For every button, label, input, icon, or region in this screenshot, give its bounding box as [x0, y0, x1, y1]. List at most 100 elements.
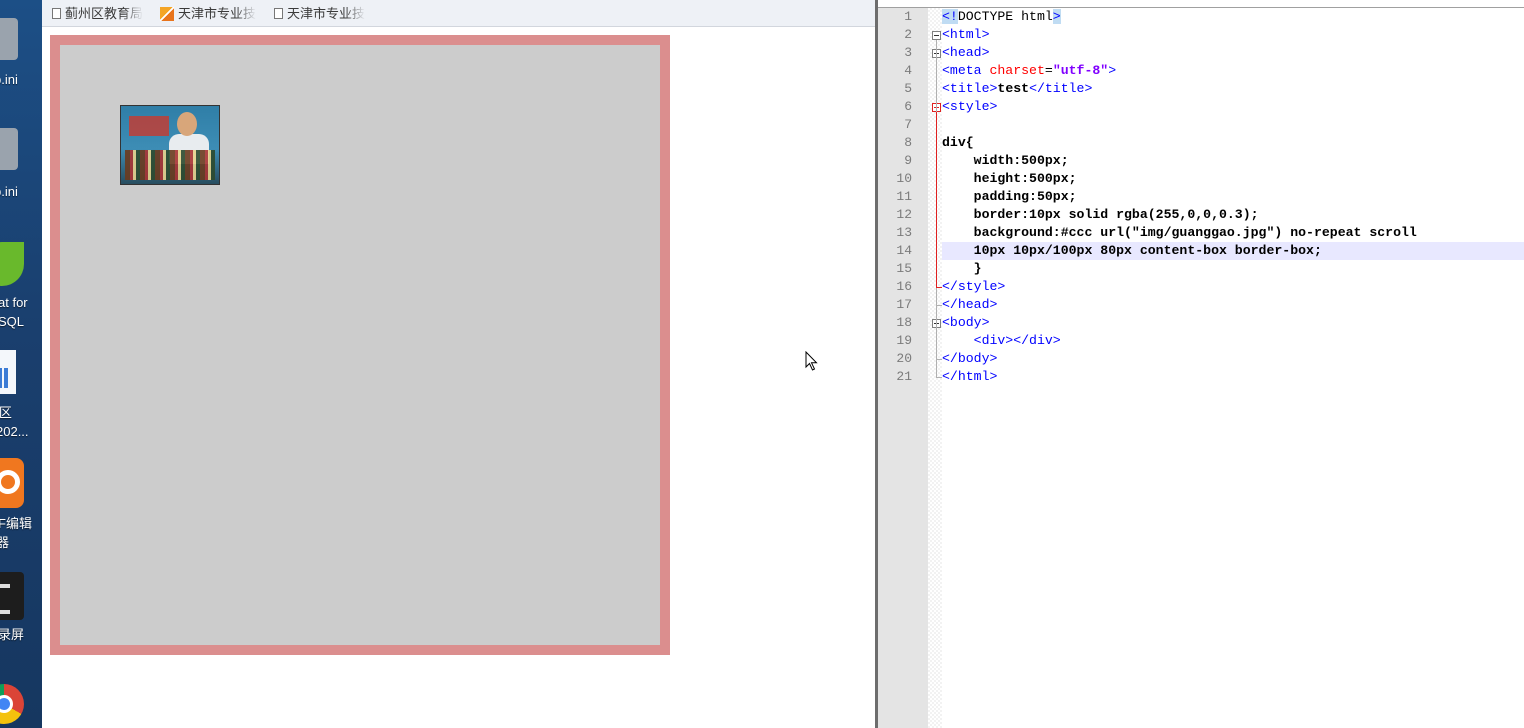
desktop-icon-strip: p.ini p.ini at for SQL l区 202... F编辑 器 录… — [0, 0, 42, 728]
bookmarks-bar: 蓟州区教育局 天津市专业技 天津市专业技 — [42, 0, 875, 27]
desktop-item-label: 器 — [0, 535, 10, 550]
line-number: 15 — [896, 261, 912, 276]
desktop-item-district-doc[interactable]: l区 202... — [0, 350, 42, 442]
site-logo-icon — [160, 6, 174, 21]
code-token: </style> — [942, 279, 1006, 294]
code-line[interactable]: <!DOCTYPE html> — [942, 8, 1524, 26]
fold-guide-line — [936, 328, 937, 359]
line-number: 16 — [896, 279, 912, 294]
desktop-item-pdf-editor[interactable]: F编辑 器 — [0, 458, 42, 550]
code-line[interactable]: height:500px; — [942, 170, 1524, 188]
line-number: 13 — [896, 225, 912, 240]
fold-toggle-icon[interactable] — [932, 31, 941, 40]
desktop-item-label: at for — [0, 295, 28, 310]
code-token: > — [1108, 63, 1117, 78]
bookmark-item[interactable]: 蓟州区教育局 — [52, 3, 150, 23]
desktop-item-label: p.ini — [0, 72, 18, 87]
code-token: </title> — [1029, 81, 1093, 96]
fold-margin — [928, 8, 942, 728]
bookmark-item[interactable]: 天津市专业技 — [274, 3, 374, 23]
code-token: padding:50px; — [942, 189, 1077, 204]
line-number: 8 — [904, 135, 912, 150]
code-token: <head> — [942, 45, 990, 60]
code-token: <! — [942, 9, 958, 24]
line-number: 2 — [904, 27, 912, 42]
chrome-icon — [0, 684, 24, 724]
fold-guide-line — [936, 112, 937, 287]
fold-end-marker — [936, 359, 942, 360]
line-number: 10 — [896, 171, 912, 186]
code-token: <style> — [942, 99, 998, 114]
code-line[interactable]: 10px 10px/100px 80px content-box border-… — [942, 242, 1524, 260]
code-line[interactable]: <head> — [942, 44, 1524, 62]
code-token: <body> — [942, 315, 990, 330]
code-token: width:500px; — [942, 153, 1069, 168]
page-icon — [52, 8, 61, 20]
desktop-item-screen-recorder[interactable]: 录屏 — [0, 572, 42, 642]
desktop-item-ini-2[interactable]: p.ini — [0, 128, 42, 199]
code-line[interactable]: padding:50px; — [942, 188, 1524, 206]
code-line[interactable]: div{ — [942, 134, 1524, 152]
code-token: = — [1044, 63, 1053, 78]
code-line[interactable]: <html> — [942, 26, 1524, 44]
line-number: 4 — [904, 63, 912, 78]
code-token: background:#ccc url("img/guanggao.jpg") … — [942, 225, 1417, 240]
code-token: 10px 10px/100px 80px content-box border-… — [942, 243, 1322, 258]
line-number: 3 — [904, 45, 912, 60]
desktop-item-ini-1[interactable]: p.ini — [0, 18, 42, 88]
code-token: test — [997, 81, 1030, 96]
code-line[interactable]: border:10px solid rgba(255,0,0,0.3); — [942, 206, 1524, 224]
desktop-item-label: F编辑 — [0, 516, 32, 531]
desktop-item-navicat[interactable]: at for SQL — [0, 242, 42, 332]
code-line[interactable]: </head> — [942, 296, 1524, 314]
line-number: 9 — [904, 153, 912, 168]
desktop-item-label: p.ini — [0, 184, 18, 199]
fold-end-marker — [936, 287, 942, 288]
line-number: 5 — [904, 81, 912, 96]
guanggao-poster-image — [120, 105, 220, 185]
code-line[interactable] — [942, 116, 1524, 134]
code-token: </body> — [942, 351, 998, 366]
code-token: <meta — [942, 63, 990, 78]
code-line[interactable]: <style> — [942, 98, 1524, 116]
line-number: 21 — [896, 369, 912, 384]
recorder-icon — [0, 572, 24, 620]
code-token: } — [942, 261, 982, 276]
code-line[interactable]: <body> — [942, 314, 1524, 332]
code-line[interactable]: <div></div> — [942, 332, 1524, 350]
bookmark-label: 天津市专业技 — [287, 5, 366, 21]
line-number: 20 — [896, 351, 912, 366]
pdf-editor-icon — [0, 458, 24, 508]
navicat-icon — [0, 242, 24, 286]
code-line[interactable]: } — [942, 260, 1524, 278]
code-token: div{ — [942, 135, 974, 150]
file-icon — [0, 128, 18, 170]
file-icon — [0, 18, 18, 60]
line-number: 14 — [896, 243, 912, 258]
code-area[interactable]: <!DOCTYPE html> <html> <head> <meta charset… — [942, 8, 1524, 728]
code-token: <html> — [942, 27, 990, 42]
line-number: 12 — [896, 207, 912, 222]
code-token: </head> — [942, 297, 998, 312]
code-line[interactable]: <title>test</title> — [942, 80, 1524, 98]
line-number: 18 — [896, 315, 912, 330]
browser-window: 蓟州区教育局 天津市专业技 天津市专业技 — [42, 0, 875, 728]
desktop-item-label: SQL — [0, 314, 25, 329]
code-line[interactable]: </body> — [942, 350, 1524, 368]
code-line[interactable]: width:500px; — [942, 152, 1524, 170]
bookmark-label: 天津市专业技 — [178, 5, 257, 21]
code-line[interactable]: </style> — [942, 278, 1524, 296]
desktop-item-chrome[interactable] — [0, 684, 42, 728]
fold-end-marker — [936, 377, 942, 378]
code-token: border:10px solid rgba(255,0,0,0.3); — [942, 207, 1259, 222]
code-token: height:500px; — [942, 171, 1077, 186]
code-line[interactable]: <meta charset="utf-8"> — [942, 62, 1524, 80]
desktop-item-label: 202... — [0, 424, 29, 439]
code-line[interactable]: </html> — [942, 368, 1524, 386]
code-token: </html> — [942, 369, 998, 384]
code-token: <title> — [942, 81, 998, 96]
code-line[interactable]: background:#ccc url("img/guanggao.jpg") … — [942, 224, 1524, 242]
bookmark-item[interactable]: 天津市专业技 — [160, 3, 260, 23]
code-token: > — [1052, 9, 1061, 24]
